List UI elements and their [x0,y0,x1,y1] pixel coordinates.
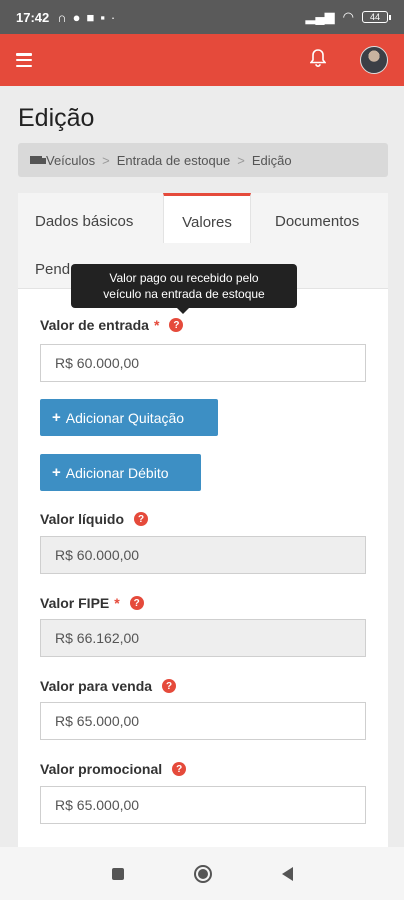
page-title: Edição [18,104,95,132]
spotify-icon: ● [72,9,81,25]
recents-icon[interactable] [111,867,124,880]
help-icon[interactable]: ? [162,679,177,693]
status-time: 17:42 [16,9,50,25]
tab-valores[interactable]: Valores [163,193,251,243]
valor-fipe-field: R$ 66.162,00 [40,619,366,657]
plus-icon: + [52,409,61,426]
system-nav-bar [0,847,404,900]
add-debito-button[interactable]: + Adicionar Débito [40,454,201,491]
truck-icon [30,156,46,164]
headphones-icon: ∩ [57,9,67,25]
help-icon[interactable]: ? [172,762,187,776]
valor-entrada-input[interactable]: R$ 60.000,00 [40,344,366,382]
status-icons: ∩ ● ■ ▪ · [57,10,115,25]
help-icon[interactable]: ? [169,318,184,332]
status-right: ▂▄▆ ◠ 44 [305,9,391,25]
breadcrumb-item-entrada[interactable]: Entrada de estoque [117,153,230,168]
battery-icon: 44 [362,11,391,23]
breadcrumb-separator: > [102,152,110,168]
bell-icon[interactable] [309,48,327,72]
breadcrumb-item-veiculos[interactable]: Veículos [46,153,95,168]
status-bar: 17:42 ∩ ● ■ ▪ · ▂▄▆ ◠ 44 [0,0,404,34]
tab-documentos[interactable]: Documentos [275,213,359,230]
help-icon[interactable]: ? [134,512,149,526]
avatar[interactable] [360,46,388,74]
add-quitacao-button[interactable]: + Adicionar Quitação [40,399,218,436]
tooltip-line-2: veículo na entrada de estoque [103,287,265,301]
valor-promocional-label: Valor promocional ? [40,761,187,777]
tab-dados-basicos[interactable]: Dados básicos [35,213,133,230]
breadcrumb-item-current: Edição [251,152,292,168]
required-asterisk: * [153,317,160,333]
valor-entrada-label: Valor de entrada * ? [40,317,184,333]
breadcrumb-separator: > [237,152,245,168]
valor-liquido-label: Valor líquido ? [40,511,149,527]
valor-venda-input[interactable]: R$ 65.000,00 [40,702,366,740]
wifi-icon: ◠ [342,9,354,24]
breadcrumb: Veículos > Entrada de estoque > Edição [18,143,388,177]
signal-icon: ▂▄▆ [305,9,335,24]
app-bar [0,34,404,86]
hamburger-icon[interactable] [16,53,32,67]
shield-icon: ▪ [100,9,105,25]
valor-fipe-label: Valor FIPE * ? [40,595,144,611]
home-icon[interactable] [193,864,212,883]
tooltip-line-1: Valor pago ou recebido pelo [109,271,259,285]
lock-icon: ■ [86,9,95,25]
plus-icon: + [52,464,61,481]
help-tooltip: Valor pago ou recebido pelo veículo na e… [71,264,297,314]
required-asterisk: * [114,595,120,611]
help-icon[interactable]: ? [129,596,144,610]
valor-liquido-field: R$ 60.000,00 [40,536,366,574]
tab-pendencias[interactable]: Pend [35,261,70,278]
dot-icon: · [110,9,116,25]
valor-venda-label: Valor para venda ? [40,678,177,694]
back-icon[interactable] [281,866,293,881]
valor-promocional-input[interactable]: R$ 65.000,00 [40,786,366,824]
